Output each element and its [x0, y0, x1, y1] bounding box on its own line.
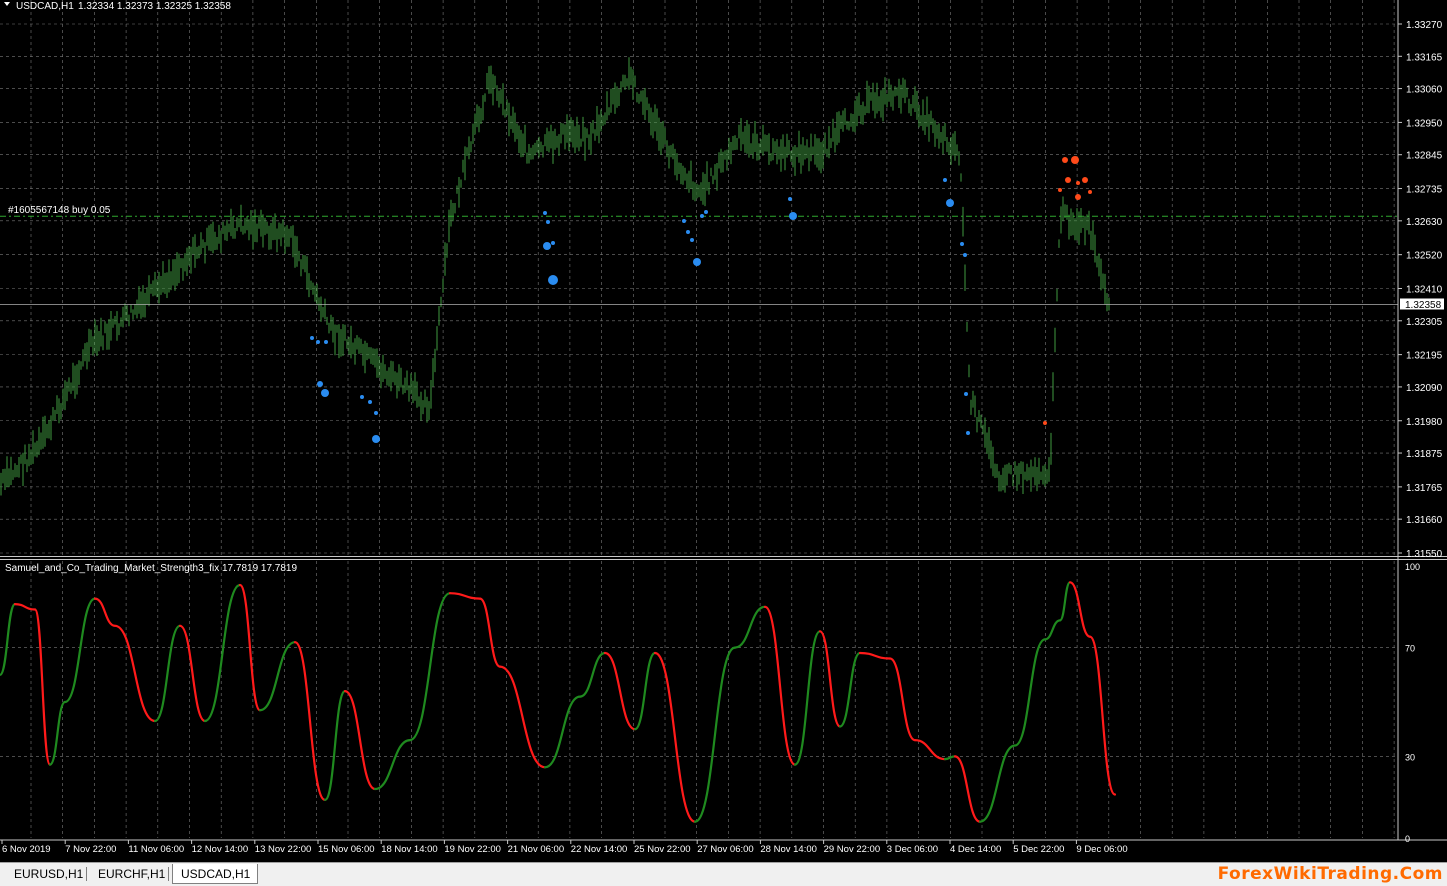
time-tick-label: 29 Nov 22:00: [824, 844, 881, 855]
buy-signal-dot: [960, 242, 964, 246]
indicator-level-label: 0: [1405, 834, 1410, 844]
buy-signal-dot: [693, 258, 701, 266]
buy-signal-dot: [789, 212, 797, 220]
price-tick-label: 1.31550: [1406, 549, 1443, 560]
time-tick-label: 11 Nov 06:00: [128, 844, 184, 855]
buy-signal-dot: [946, 199, 954, 207]
price-tick-label: 1.32520: [1406, 251, 1443, 262]
buy-signal-dot: [368, 400, 372, 404]
price-tick-label: 1.33270: [1406, 20, 1443, 31]
tab-eurchf[interactable]: EURCHF,H1: [90, 864, 173, 884]
buy-signal-dot: [543, 211, 547, 215]
tab-eurusd[interactable]: EURUSD,H1: [6, 864, 91, 884]
order-label: #1605567148 buy 0.05: [8, 205, 111, 216]
price-tick-label: 1.32305: [1406, 317, 1443, 328]
time-tick-label: 15 Nov 06:00: [318, 844, 375, 855]
price-tick-label: 1.32090: [1406, 383, 1443, 394]
buy-signal-dot: [700, 214, 704, 218]
indicator-level-label: 100: [1405, 562, 1420, 572]
indicator-label: Samuel_and_Co_Trading_Market_Strength3_f…: [5, 563, 297, 574]
price-tick-label: 1.32195: [1406, 351, 1443, 362]
sell-signal-dot: [1058, 188, 1062, 192]
chart-ohlc: 1.32334 1.32373 1.32325 1.32358: [78, 1, 231, 12]
time-tick-label: 3 Dec 06:00: [887, 844, 938, 855]
sell-signal-dot: [1082, 177, 1088, 183]
buy-signal-dot: [360, 395, 364, 399]
price-tick-label: 1.31660: [1406, 515, 1443, 526]
buy-signal-dot: [321, 389, 329, 397]
buy-signal-dot: [324, 340, 328, 344]
price-tick-label: 1.33165: [1406, 52, 1443, 63]
buy-signal-dot: [788, 197, 792, 201]
buy-signal-dot: [964, 392, 968, 396]
buy-signal-dot: [316, 340, 320, 344]
buy-signal-dot: [686, 230, 690, 234]
buy-signal-dot: [310, 336, 314, 340]
sell-signal-dot: [1075, 194, 1081, 200]
price-tick-label: 1.32845: [1406, 151, 1443, 162]
buy-signal-dot: [374, 411, 378, 415]
time-tick-label: 18 Nov 14:00: [381, 844, 438, 855]
price-tick-label: 1.31875: [1406, 449, 1443, 460]
price-tick-label: 1.33060: [1406, 85, 1443, 96]
sell-signal-dot: [1071, 156, 1079, 164]
tab-separator: [86, 867, 87, 881]
buy-signal-dot: [546, 220, 550, 224]
buy-signal-dot: [963, 253, 967, 257]
buy-signal-dot: [966, 431, 970, 435]
price-tick-label: 1.32410: [1406, 285, 1443, 296]
sell-signal-dot: [1065, 177, 1071, 183]
buy-signal-dot: [943, 178, 947, 182]
sell-signal-dot: [1043, 421, 1047, 425]
sell-signal-dot: [1062, 157, 1068, 163]
time-tick-label: 22 Nov 14:00: [571, 844, 628, 855]
price-tick-label: 1.31765: [1406, 483, 1443, 494]
current-price-text: 1.32358: [1405, 300, 1442, 311]
sell-signal-dot: [1076, 181, 1080, 185]
price-tick-label: 1.32735: [1406, 185, 1443, 196]
time-tick-label: 21 Nov 06:00: [508, 844, 565, 855]
time-tick-label: 4 Dec 14:00: [950, 844, 1001, 855]
price-tick-label: 1.31980: [1406, 417, 1443, 428]
buy-signal-dot: [317, 381, 323, 387]
price-tick-label: 1.32630: [1406, 217, 1443, 228]
time-tick-label: 27 Nov 06:00: [697, 844, 754, 855]
price-tick-label: 1.32950: [1406, 118, 1443, 129]
tab-usdcad[interactable]: USDCAD,H1: [172, 864, 258, 884]
buy-signal-dot: [551, 241, 555, 245]
buy-signal-dot: [704, 210, 708, 214]
time-tick-label: 7 Nov 22:00: [65, 844, 116, 855]
time-tick-label: 6 Nov 2019: [2, 844, 51, 855]
time-tick-label: 5 Dec 22:00: [1013, 844, 1064, 855]
sell-signal-dot: [1088, 190, 1092, 194]
trading-chart[interactable]: #1605567148 buy 0.05 1.33270 1.33165 1.330…: [0, 0, 1447, 886]
buy-signal-dot: [543, 242, 551, 250]
buy-signal-dot: [372, 435, 380, 443]
time-tick-label: 13 Nov 22:00: [255, 844, 312, 855]
time-tick-label: 9 Dec 06:00: [1076, 844, 1127, 855]
watermark: ForexWikiTrading.Com: [1217, 864, 1443, 884]
buy-signal-dot: [548, 275, 558, 285]
chart-symbol: USDCAD,H1: [16, 1, 74, 12]
buy-signal-dot: [682, 219, 686, 223]
time-tick-label: 25 Nov 22:00: [634, 844, 691, 855]
buy-signal-dot: [690, 238, 694, 242]
indicator-level-label: 70: [1405, 644, 1415, 654]
time-tick-label: 19 Nov 22:00: [444, 844, 501, 855]
indicator-level-label: 30: [1405, 752, 1415, 762]
time-tick-label: 12 Nov 14:00: [192, 844, 249, 855]
time-tick-label: 28 Nov 14:00: [760, 844, 817, 855]
tab-separator: [168, 867, 169, 881]
